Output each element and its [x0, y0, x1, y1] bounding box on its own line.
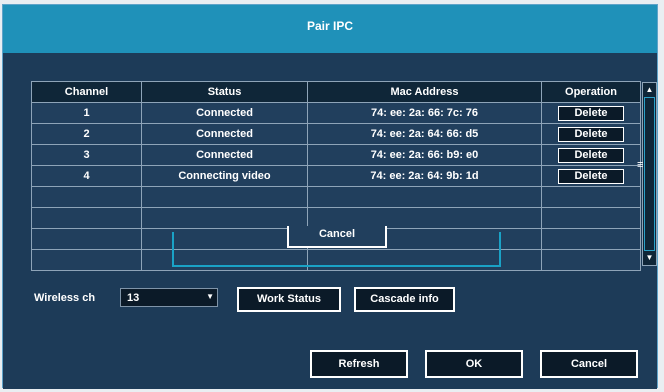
- table-row[interactable]: 4 Connecting video 74: ee: 2a: 64: 9b: 1…: [31, 165, 641, 187]
- grip-icon: ≡: [637, 159, 644, 171]
- cell-mac: 74: ee: 2a: 64: 66: d5: [307, 123, 542, 145]
- chevron-down-icon: ▼: [206, 292, 214, 301]
- cell-operation: Delete: [541, 165, 641, 187]
- inner-cancel-button[interactable]: Cancel: [287, 226, 387, 248]
- cell-operation: Delete: [541, 102, 641, 124]
- title-bar: Pair IPC: [3, 5, 657, 53]
- cell-status: Connected: [141, 123, 308, 145]
- cell-operation: Delete: [541, 123, 641, 145]
- table-row[interactable]: 2 Connected 74: ee: 2a: 64: 66: d5 Delet…: [31, 123, 641, 145]
- cell-status: Connected: [141, 102, 308, 124]
- ok-button[interactable]: OK: [425, 350, 523, 378]
- header-status: Status: [141, 81, 308, 103]
- refresh-button[interactable]: Refresh: [310, 350, 408, 378]
- cancel-button[interactable]: Cancel: [540, 350, 638, 378]
- header-operation: Operation: [541, 81, 641, 103]
- delete-button[interactable]: Delete: [558, 126, 624, 142]
- wireless-ch-label: Wireless ch: [34, 292, 96, 304]
- wireless-channel-select[interactable]: 13 ▼: [120, 288, 218, 307]
- delete-button[interactable]: Delete: [558, 168, 624, 184]
- cell-channel: 1: [31, 102, 142, 124]
- header-mac-address: Mac Address: [307, 81, 542, 103]
- delete-button[interactable]: Delete: [558, 105, 624, 121]
- cell-mac: 74: ee: 2a: 66: b9: e0: [307, 144, 542, 166]
- cell-channel: 3: [31, 144, 142, 166]
- scroll-up-icon[interactable]: ▲: [643, 83, 656, 97]
- table-scrollbar[interactable]: ▲ ≡ ▼: [637, 82, 657, 266]
- cell-status: Connected: [141, 144, 308, 166]
- cascade-info-button[interactable]: Cascade info: [354, 287, 455, 312]
- cell-operation: Delete: [541, 144, 641, 166]
- delete-button[interactable]: Delete: [558, 147, 624, 163]
- table-row-empty: [31, 186, 641, 208]
- scroll-down-icon[interactable]: ▼: [643, 251, 656, 265]
- work-status-button[interactable]: Work Status: [237, 287, 341, 312]
- cell-status: Connecting video: [141, 165, 308, 187]
- cell-channel: 2: [31, 123, 142, 145]
- table-header-row: Channel Status Mac Address Operation: [31, 81, 641, 103]
- table-row[interactable]: 1 Connected 74: ee: 2a: 66: 7c: 76 Delet…: [31, 102, 641, 124]
- wireless-channel-value: 13: [127, 292, 140, 304]
- dialog-title: Pair IPC: [306, 19, 354, 33]
- scroll-thumb[interactable]: [644, 97, 655, 251]
- header-channel: Channel: [31, 81, 142, 103]
- cell-channel: 4: [31, 165, 142, 187]
- table-row[interactable]: 3 Connected 74: ee: 2a: 66: b9: e0 Delet…: [31, 144, 641, 166]
- cell-mac: 74: ee: 2a: 66: 7c: 76: [307, 102, 542, 124]
- cell-mac: 74: ee: 2a: 64: 9b: 1d: [307, 165, 542, 187]
